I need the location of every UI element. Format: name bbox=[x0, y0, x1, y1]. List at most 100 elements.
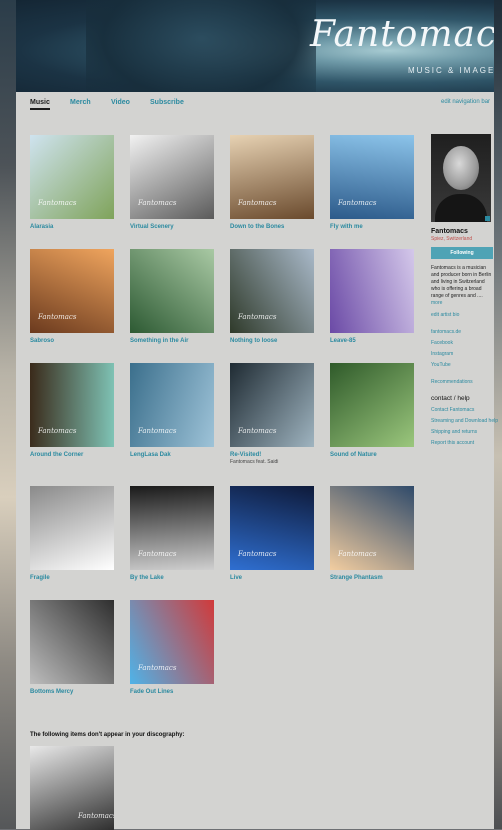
artist-header-banner: Fantomacs MUSIC & IMAGES bbox=[16, 0, 494, 92]
album-cover[interactable]: Fantomacs bbox=[230, 135, 314, 219]
page-background-right bbox=[494, 0, 502, 829]
artist-bio-text: Fantomacs is a musician and producer bor… bbox=[431, 265, 492, 299]
nav-tab-merch[interactable]: Merch bbox=[70, 99, 91, 106]
album-cover[interactable]: Fantomacs bbox=[230, 363, 314, 447]
album-cover[interactable]: Fantomacs bbox=[30, 135, 114, 219]
album-title[interactable]: Re-Visited! bbox=[230, 452, 316, 458]
expand-photo-icon[interactable] bbox=[485, 216, 490, 221]
hidden-album-cover[interactable]: Fantomacs bbox=[30, 746, 114, 830]
album-cover[interactable]: Fantomacs bbox=[30, 249, 114, 333]
album-card[interactable]: Fantomacs LengLasa Dak bbox=[130, 363, 216, 458]
album-card[interactable]: Fantomacs Strange Phantasm bbox=[330, 486, 416, 581]
album-title[interactable]: Down to the Bones bbox=[230, 224, 316, 230]
artist-link-facebook[interactable]: Facebook bbox=[431, 340, 493, 346]
recommendations-link[interactable]: Recommendations bbox=[431, 379, 493, 385]
cover-brand-text: Fantomacs bbox=[38, 199, 77, 207]
album-card[interactable]: Fantomacs Re-Visited! Fantomacs feat. Said… bbox=[230, 363, 316, 465]
report-account-link[interactable]: Report this account bbox=[431, 440, 493, 446]
album-title[interactable]: LengLasa Dak bbox=[130, 452, 216, 458]
contact-artist-link[interactable]: Contact Fantomacs bbox=[431, 407, 493, 413]
album-card[interactable]: Fantomacs Fly with me bbox=[330, 135, 416, 230]
edit-navigation-bar-link[interactable]: edit navigation bar bbox=[441, 99, 490, 105]
album-card[interactable]: Fantomacs Virtual Scenery bbox=[130, 135, 216, 230]
album-title[interactable]: Fragile bbox=[30, 575, 116, 581]
hidden-items-heading: The following items don't appear in your… bbox=[30, 732, 185, 738]
cover-brand-text: Fantomacs bbox=[238, 199, 277, 207]
album-cover[interactable]: Fantomacs bbox=[130, 600, 214, 684]
artist-link-instagram[interactable]: Instagram bbox=[431, 351, 493, 357]
artist-link-website[interactable]: fantomacs.de bbox=[431, 329, 493, 335]
album-cover[interactable] bbox=[130, 249, 214, 333]
bio-more-link[interactable]: more bbox=[431, 300, 442, 306]
cover-brand-text: Fantomacs bbox=[38, 313, 77, 321]
contact-help-heading: contact / help bbox=[431, 395, 470, 402]
header-portrait bbox=[86, 0, 316, 92]
album-card[interactable]: Bottoms Mercy bbox=[30, 600, 116, 695]
album-card[interactable]: Fantomacs By the Lake bbox=[130, 486, 216, 581]
artist-photo[interactable] bbox=[431, 134, 491, 222]
album-card[interactable]: Fantomacs Nothing to loose bbox=[230, 249, 316, 344]
artist-sidebar: Fantomacs Spiez, Switzerland Following F… bbox=[431, 134, 498, 446]
cover-brand-text: Fantomacs bbox=[138, 199, 177, 207]
album-title[interactable]: By the Lake bbox=[130, 575, 216, 581]
hidden-album-card[interactable]: Fantomacs bbox=[30, 746, 116, 830]
streaming-help-link[interactable]: Streaming and Download help bbox=[431, 418, 498, 424]
album-card[interactable]: Sound of Nature bbox=[330, 363, 416, 458]
nav-tab-video[interactable]: Video bbox=[111, 99, 130, 106]
album-card[interactable]: Fantomacs Around the Corner bbox=[30, 363, 116, 458]
album-title[interactable]: Bottoms Mercy bbox=[30, 689, 116, 695]
album-card[interactable]: Fantomacs Down to the Bones bbox=[230, 135, 316, 230]
following-button[interactable]: Following bbox=[431, 247, 493, 259]
cover-brand-text: Fantomacs bbox=[138, 427, 177, 435]
album-cover[interactable]: Fantomacs bbox=[330, 135, 414, 219]
album-title[interactable]: Live bbox=[230, 575, 316, 581]
album-card[interactable]: Something in the Air bbox=[130, 249, 216, 344]
album-card[interactable]: Fantomacs Alarasia bbox=[30, 135, 116, 230]
album-card[interactable]: Fantomacs Live bbox=[230, 486, 316, 581]
album-title[interactable]: Something in the Air bbox=[130, 338, 216, 344]
page-background-left bbox=[0, 0, 16, 829]
artist-nav-bar: Music Merch Video Subscribe edit navigat… bbox=[16, 92, 494, 114]
album-card[interactable]: Fantomacs Sabroso bbox=[30, 249, 116, 344]
album-title[interactable]: Alarasia bbox=[30, 224, 116, 230]
album-cover[interactable]: Fantomacs bbox=[130, 486, 214, 570]
nav-tab-subscribe[interactable]: Subscribe bbox=[150, 99, 184, 106]
album-cover[interactable]: Fantomacs bbox=[30, 363, 114, 447]
album-title[interactable]: Fly with me bbox=[330, 224, 416, 230]
cover-brand-text: Fantomacs bbox=[338, 199, 377, 207]
artist-location: Spiez, Switzerland bbox=[431, 236, 473, 242]
album-title[interactable]: Strange Phantasm bbox=[330, 575, 416, 581]
album-title[interactable]: Leave-85 bbox=[330, 338, 416, 344]
nav-tab-music[interactable]: Music bbox=[30, 99, 50, 110]
main-content: Music Merch Video Subscribe edit navigat… bbox=[16, 92, 498, 830]
album-cover[interactable]: Fantomacs bbox=[330, 486, 414, 570]
cover-brand-text: Fantomacs bbox=[238, 550, 277, 558]
album-cover[interactable] bbox=[330, 363, 414, 447]
album-cover[interactable]: Fantomacs bbox=[130, 135, 214, 219]
artist-logo[interactable]: Fantomacs MUSIC & IMAGES bbox=[310, 8, 494, 78]
cover-brand-text: Fantomacs bbox=[78, 812, 114, 820]
album-title[interactable]: Fade Out Lines bbox=[130, 689, 216, 695]
cover-brand-text: Fantomacs bbox=[138, 664, 177, 672]
album-title[interactable]: Virtual Scenery bbox=[130, 224, 216, 230]
album-cover[interactable]: Fantomacs bbox=[130, 363, 214, 447]
album-cover[interactable] bbox=[30, 486, 114, 570]
cover-brand-text: Fantomacs bbox=[338, 550, 377, 558]
album-cover[interactable]: Fantomacs bbox=[230, 486, 314, 570]
album-artist: Fantomacs feat. Saidi bbox=[230, 459, 279, 465]
album-title[interactable]: Around the Corner bbox=[30, 452, 116, 458]
album-title[interactable]: Sabroso bbox=[30, 338, 116, 344]
cover-brand-text: Fantomacs bbox=[138, 550, 177, 558]
artist-name: Fantomacs bbox=[431, 228, 468, 235]
album-card[interactable]: Fantomacs Fade Out Lines bbox=[130, 600, 216, 695]
logo-text: Fantomacs bbox=[310, 14, 494, 55]
album-title[interactable]: Sound of Nature bbox=[330, 452, 416, 458]
album-cover[interactable] bbox=[30, 600, 114, 684]
album-title[interactable]: Nothing to loose bbox=[230, 338, 316, 344]
album-card[interactable]: Leave-85 bbox=[330, 249, 416, 344]
album-card[interactable]: Fragile bbox=[30, 486, 116, 581]
cover-brand-text: Fantomacs bbox=[238, 427, 277, 435]
album-cover[interactable]: Fantomacs bbox=[230, 249, 314, 333]
album-cover[interactable] bbox=[330, 249, 414, 333]
shipping-returns-link[interactable]: Shipping and returns bbox=[431, 429, 493, 435]
